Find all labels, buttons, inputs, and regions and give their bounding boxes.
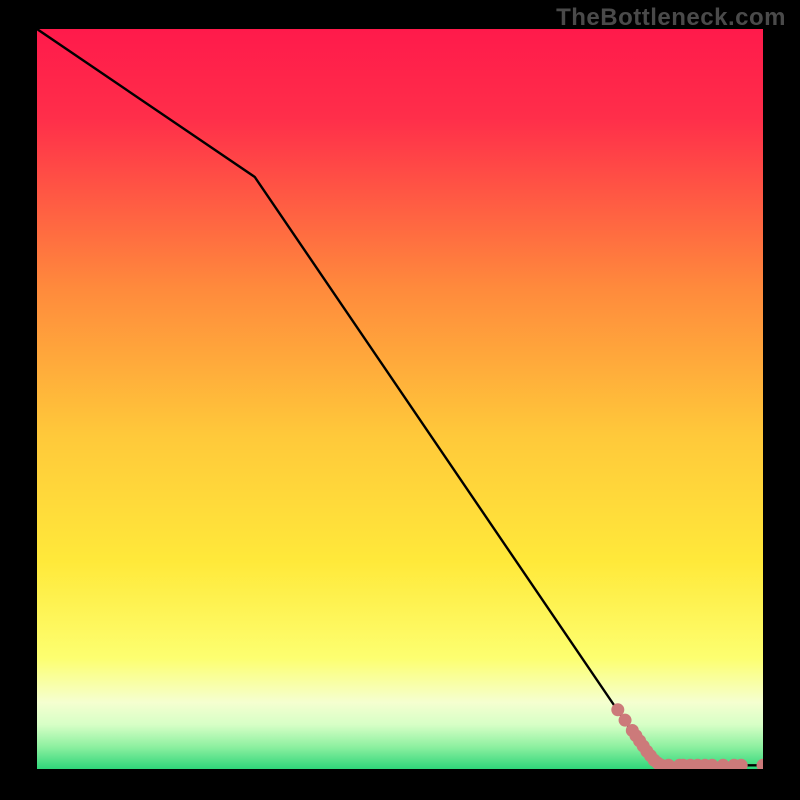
plot-area — [37, 29, 763, 769]
gradient-background — [37, 29, 763, 769]
watermark-text: TheBottleneck.com — [556, 4, 786, 32]
marker-point — [717, 759, 729, 769]
marker-point — [663, 759, 675, 769]
marker-point — [706, 759, 718, 769]
chart-svg — [37, 29, 763, 769]
marker-point — [735, 759, 747, 769]
marker-point — [619, 714, 631, 726]
chart-frame: TheBottleneck.com — [0, 0, 800, 800]
marker-point — [612, 704, 624, 716]
